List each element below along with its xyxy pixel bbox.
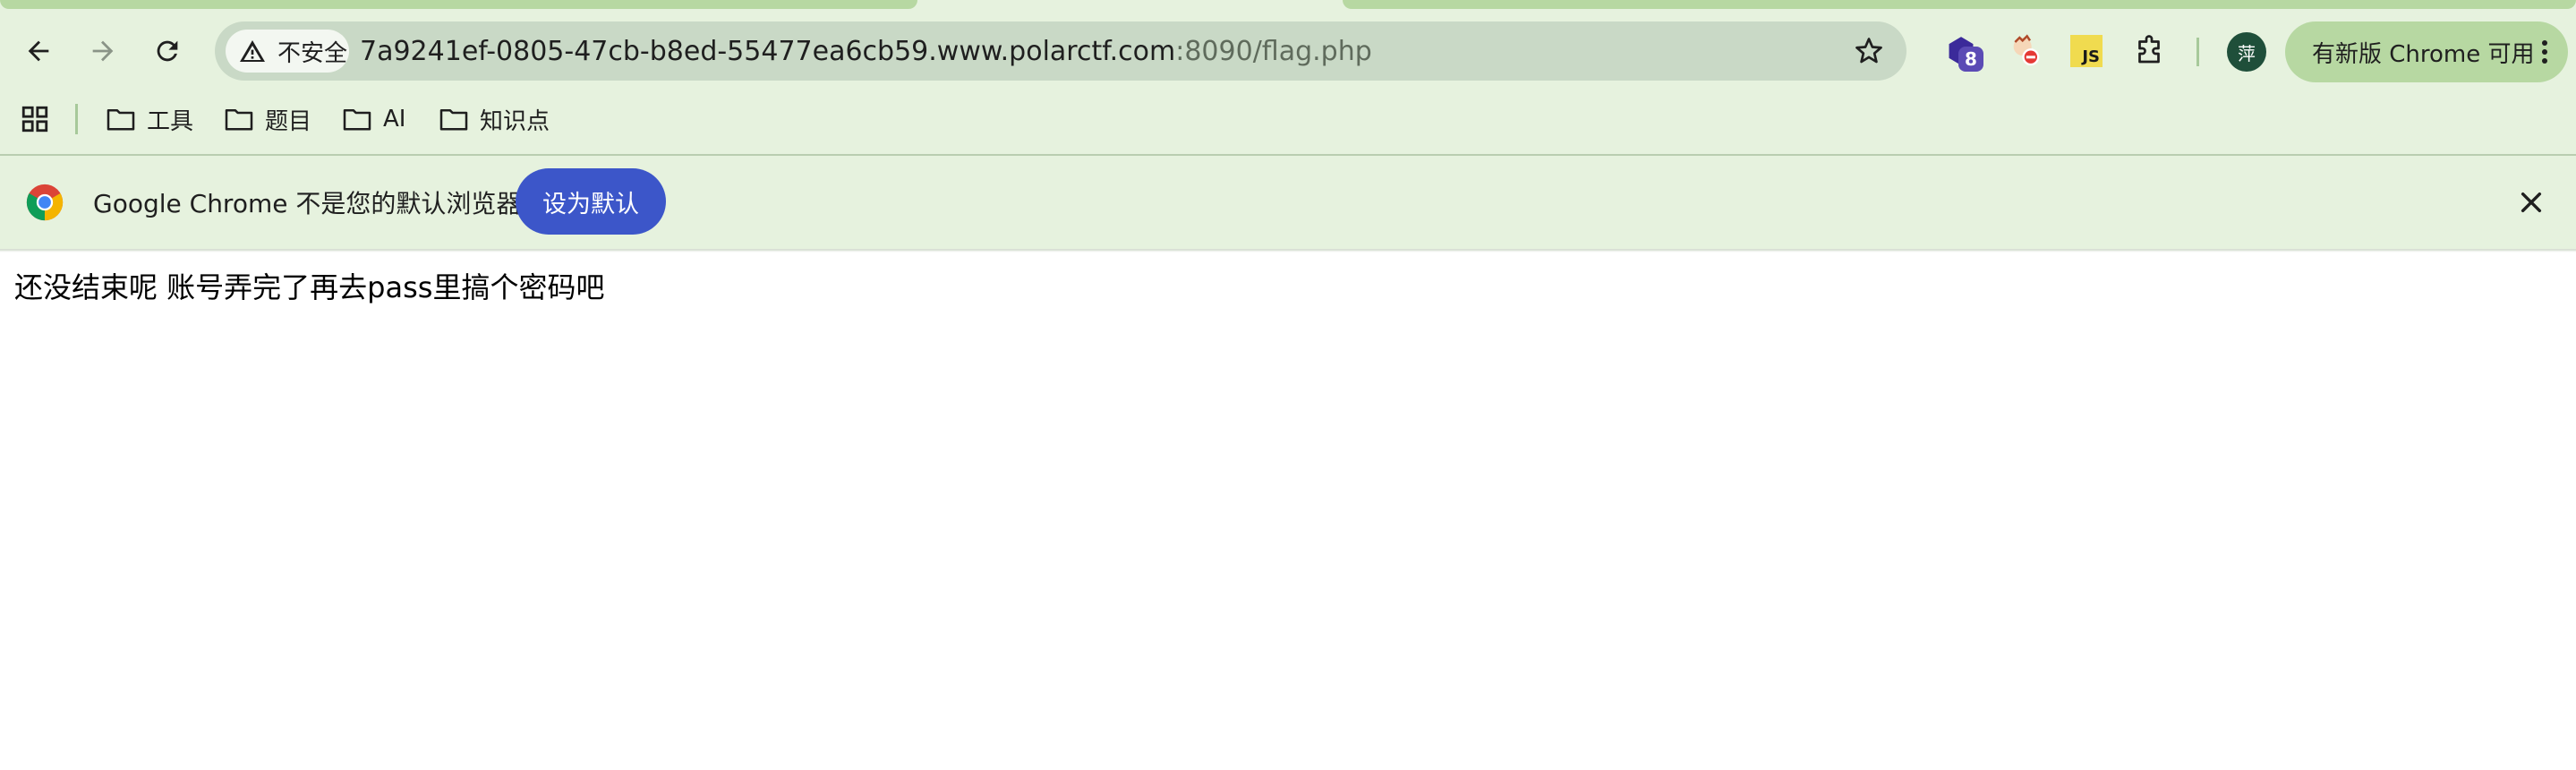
folder-icon (343, 108, 371, 131)
extension-badge: 8 (1958, 47, 1983, 72)
page-body-text: 还没结束呢 账号弄完了再去pass里搞个密码吧 (14, 270, 605, 304)
apps-grid-icon[interactable] (20, 104, 50, 134)
bookmark-label: 题目 (265, 107, 312, 135)
browser-chrome: 不安全 7a9241ef-0805-47cb-b8ed-55477ea6cb59… (0, 0, 2576, 252)
update-label: 有新版 Chrome 可用 (2312, 40, 2535, 68)
address-bar[interactable]: 不安全 7a9241ef-0805-47cb-b8ed-55477ea6cb59… (215, 21, 1906, 81)
folder-icon (107, 108, 135, 131)
close-icon[interactable] (2517, 188, 2546, 217)
bookmark-folder-problems[interactable]: 题目 (224, 97, 311, 141)
reload-icon (157, 40, 178, 62)
url-path: :8090/flag.php (1175, 35, 1372, 67)
extension-1[interactable]: 8 (1937, 27, 1985, 75)
url-text[interactable]: 7a9241ef-0805-47cb-b8ed-55477ea6cb59.www… (360, 21, 1372, 81)
forward-button[interactable] (77, 25, 129, 77)
warning-icon (240, 40, 265, 62)
extensions-button[interactable] (2125, 27, 2173, 75)
bookmarks-bar: 工具 题目 AI 知识点 (0, 97, 2576, 147)
infobar-shadow (0, 249, 2576, 252)
url-host: 7a9241ef-0805-47cb-b8ed-55477ea6cb59.www… (360, 35, 1176, 67)
more-menu-icon[interactable] (2541, 39, 2548, 64)
extension-2[interactable] (2001, 27, 2050, 75)
tab-strip (0, 0, 2576, 11)
profile-avatar[interactable]: 萍 (2227, 32, 2266, 72)
chrome-logo-icon (26, 184, 64, 221)
update-chrome-button[interactable]: 有新版 Chrome 可用 (2285, 21, 2568, 82)
bookmark-label: 知识点 (480, 107, 550, 135)
folder-icon (225, 108, 253, 131)
puzzle-icon (2138, 35, 2160, 64)
extension-js[interactable]: JS (2062, 27, 2111, 75)
bookmark-label: AI (383, 106, 406, 133)
infobar-message: Google Chrome 不是您的默认浏览器 (93, 189, 522, 218)
security-label: 不安全 (277, 39, 348, 67)
bookmarks-divider (75, 104, 78, 134)
reload-button[interactable] (141, 25, 193, 77)
arrow-right-icon (92, 40, 114, 62)
default-browser-infobar: Google Chrome 不是您的默认浏览器 设为默认 (0, 156, 2576, 249)
set-default-button[interactable]: 设为默认 (516, 168, 666, 235)
toolbar: 不安全 7a9241ef-0805-47cb-b8ed-55477ea6cb59… (0, 13, 2576, 91)
bookmark-folder-knowledge[interactable]: 知识点 (439, 97, 550, 141)
bookmark-star-icon[interactable] (1853, 35, 1885, 67)
bookmark-folder-tools[interactable]: 工具 (106, 97, 193, 141)
bookmark-label: 工具 (147, 107, 194, 135)
bookmark-folder-ai[interactable]: AI (342, 97, 405, 141)
blocked-extension-icon (2013, 34, 2040, 66)
tab-right[interactable] (1343, 0, 2576, 9)
security-chip[interactable]: 不安全 (226, 30, 349, 73)
back-button[interactable] (13, 25, 64, 77)
arrow-left-icon (28, 40, 49, 62)
folder-icon (439, 108, 468, 131)
js-extension-icon: JS (2070, 35, 2103, 67)
tab-left[interactable] (0, 0, 917, 9)
toolbar-divider (2196, 38, 2199, 66)
